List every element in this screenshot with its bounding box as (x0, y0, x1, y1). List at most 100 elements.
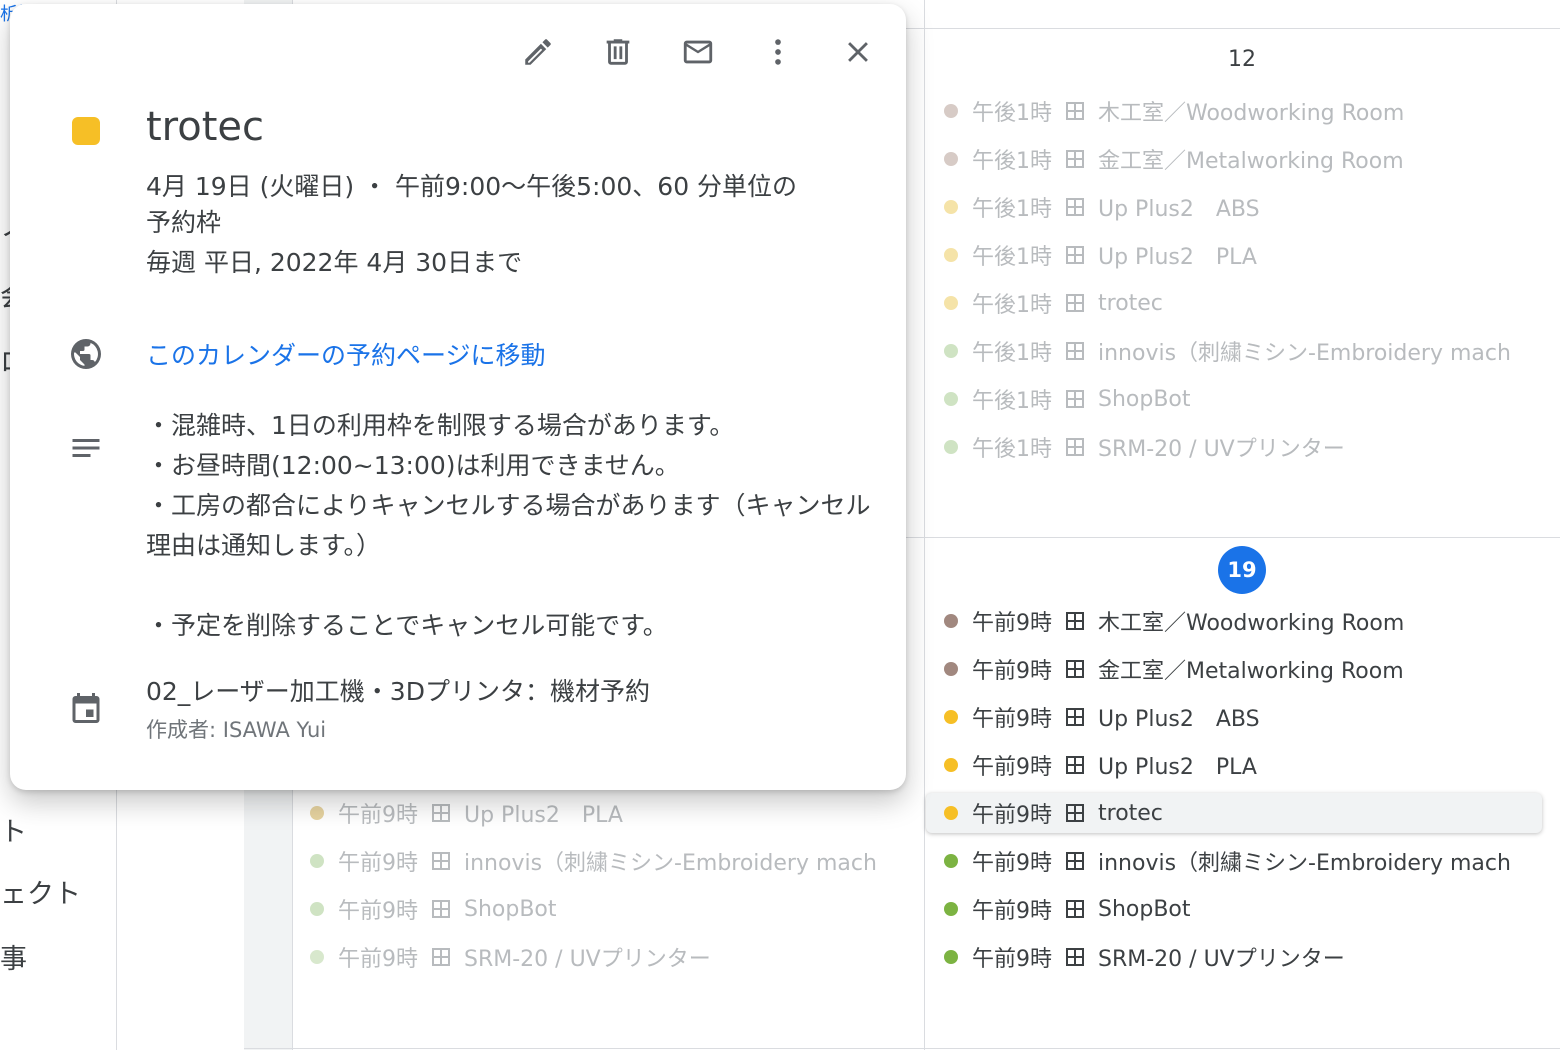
event-time: 午前9時 (972, 707, 1052, 732)
event-title: innovis（刺繍ミシン-Embroidery mach (1098, 851, 1511, 876)
event-title: ShopBot (464, 896, 557, 922)
sidebar-item-fragment[interactable]: 事 (0, 937, 27, 976)
calendar-event[interactable]: 午前9時 SRM-20 / UVプリンター (292, 937, 711, 977)
event-title: 金工室／Metalworking Room (1098, 659, 1404, 684)
event-color-dot (944, 614, 958, 628)
calendar-event[interactable]: 午前9時 ShopBot (926, 889, 1191, 929)
event-title: innovis（刺繍ミシン-Embroidery mach (1098, 341, 1511, 366)
event-creator: 作成者: ISAWA Yui (146, 718, 327, 742)
event-title: Up Plus2 PLA (1098, 245, 1257, 270)
more-options-button[interactable] (750, 24, 806, 80)
calendar-event[interactable]: 午後1時 木工室／Woodworking Room (926, 91, 1404, 131)
event-title: Up Plus2 ABS (1098, 707, 1260, 732)
calendar-event[interactable]: 午前9時 ShopBot (292, 889, 557, 929)
appointment-grid-icon (1066, 660, 1084, 678)
event-time: 午前9時 (972, 947, 1052, 972)
calendar-event[interactable]: 午前9時 SRM-20 / UVプリンター (926, 937, 1345, 977)
appointment-grid-icon (1066, 708, 1084, 726)
appointment-grid-icon (1066, 948, 1084, 966)
event-time: 午後1時 (972, 437, 1052, 462)
email-icon (683, 40, 713, 64)
event-title: ShopBot (1098, 896, 1191, 922)
appointment-grid-icon (1066, 804, 1084, 822)
calendar-event[interactable]: 午前9時 木工室／Woodworking Room (926, 601, 1404, 641)
event-time: 午前9時 (972, 899, 1052, 924)
day-number[interactable]: 12 (1218, 36, 1266, 84)
event-time: 午前9時 (338, 947, 418, 972)
appointment-grid-icon (1066, 390, 1084, 408)
divider (924, 0, 925, 1050)
edit-icon (525, 39, 551, 65)
calendar-event[interactable]: 午前9時 Up Plus2 PLA (926, 745, 1257, 785)
event-time: 午前9時 (338, 899, 418, 924)
delete-icon (606, 39, 630, 65)
event-color-dot (944, 758, 958, 772)
event-title: 木工室／Woodworking Room (1098, 101, 1405, 126)
event-time: 午前9時 (972, 803, 1052, 828)
event-time: 午後1時 (972, 341, 1052, 366)
event-color-dot (944, 854, 958, 868)
appointment-grid-icon (432, 948, 450, 966)
event-datetime: 4月 19日 (火曜日) ・ 午前9:00～午後5:00、60 分単位の (146, 172, 798, 201)
day-number-today[interactable]: 19 (1218, 546, 1266, 594)
appointment-grid-icon (1066, 852, 1084, 870)
event-title: SRM-20 / UVプリンター (1098, 947, 1345, 972)
description-icon (68, 430, 104, 466)
sidebar-item-fragment[interactable]: ト (0, 810, 27, 849)
appointment-grid-icon (432, 804, 450, 822)
event-color-dot (944, 344, 958, 358)
event-time: 午前9時 (338, 803, 418, 828)
calendar-event[interactable]: 午前9時 innovis（刺繍ミシン-Embroidery mach (926, 841, 1511, 881)
appointment-grid-icon (1066, 900, 1084, 918)
email-guests-button[interactable] (670, 24, 726, 80)
event-datetime-cont: 予約枠 (146, 208, 222, 237)
edit-button[interactable] (510, 24, 566, 80)
calendar-event-selected[interactable]: 午前9時 trotec (926, 793, 1542, 833)
appointment-grid-icon (1066, 102, 1084, 120)
event-color-dot (944, 806, 958, 820)
calendar-event[interactable]: 午後1時 trotec (926, 283, 1163, 323)
event-time: 午後1時 (972, 101, 1052, 126)
event-time: 午後1時 (972, 149, 1052, 174)
calendar-event[interactable]: 午前9時 金工室／Metalworking Room (926, 649, 1404, 689)
appointment-grid-icon (432, 900, 450, 918)
calendar-event[interactable]: 午前9時 Up Plus2 PLA (292, 793, 623, 833)
event-title: 木工室／Woodworking Room (1098, 611, 1405, 636)
calendar-name: 02_レーザー加工機・3Dプリンタ：機材予約 (146, 677, 650, 706)
appointment-grid-icon (1066, 612, 1084, 630)
event-time: 午前9時 (972, 659, 1052, 684)
calendar-icon (68, 690, 104, 726)
calendar-event[interactable]: 午後1時 ShopBot (926, 379, 1191, 419)
event-title: innovis（刺繍ミシン-Embroidery mach (464, 851, 877, 876)
delete-button[interactable] (590, 24, 646, 80)
calendar-event[interactable]: 午後1時 金工室／Metalworking Room (926, 139, 1404, 179)
event-title: Up Plus2 PLA (1098, 755, 1257, 780)
event-title: SRM-20 / UVプリンター (1098, 437, 1345, 462)
event-color-dot (310, 854, 324, 868)
event-title: ShopBot (1098, 386, 1191, 412)
calendar-event[interactable]: 午前9時 Up Plus2 ABS (926, 697, 1260, 737)
calendar-event[interactable]: 午後1時 Up Plus2 PLA (926, 235, 1257, 275)
appointment-grid-icon (1066, 438, 1084, 456)
event-color-dot (944, 248, 958, 262)
calendar-event[interactable]: 午後1時 SRM-20 / UVプリンター (926, 427, 1345, 467)
event-title: Up Plus2 ABS (1098, 197, 1260, 222)
event-title: SRM-20 / UVプリンター (464, 947, 711, 972)
event-color-dot (310, 902, 324, 916)
event-color-dot (944, 296, 958, 310)
event-time: 午前9時 (972, 851, 1052, 876)
event-time: 午後1時 (972, 197, 1052, 222)
event-title: trotec (146, 104, 265, 150)
booking-page-link[interactable]: このカレンダーの予約ページに移動 (146, 336, 546, 372)
close-button[interactable] (830, 24, 886, 80)
appointment-grid-icon (1066, 246, 1084, 264)
event-color-dot (944, 440, 958, 454)
event-time: 午後1時 (972, 389, 1052, 414)
event-time: 午後1時 (972, 293, 1052, 318)
calendar-event[interactable]: 午前9時 innovis（刺繍ミシン-Embroidery mach (292, 841, 877, 881)
calendar-event[interactable]: 午後1時 innovis（刺繍ミシン-Embroidery mach (926, 331, 1511, 371)
event-time: 午前9時 (338, 851, 418, 876)
event-details-popup: trotec 4月 19日 (火曜日) ・ 午前9:00～午後5:00、60 分… (10, 4, 906, 790)
calendar-event[interactable]: 午後1時 Up Plus2 ABS (926, 187, 1260, 227)
sidebar-item-fragment[interactable]: ェクト (0, 872, 81, 911)
